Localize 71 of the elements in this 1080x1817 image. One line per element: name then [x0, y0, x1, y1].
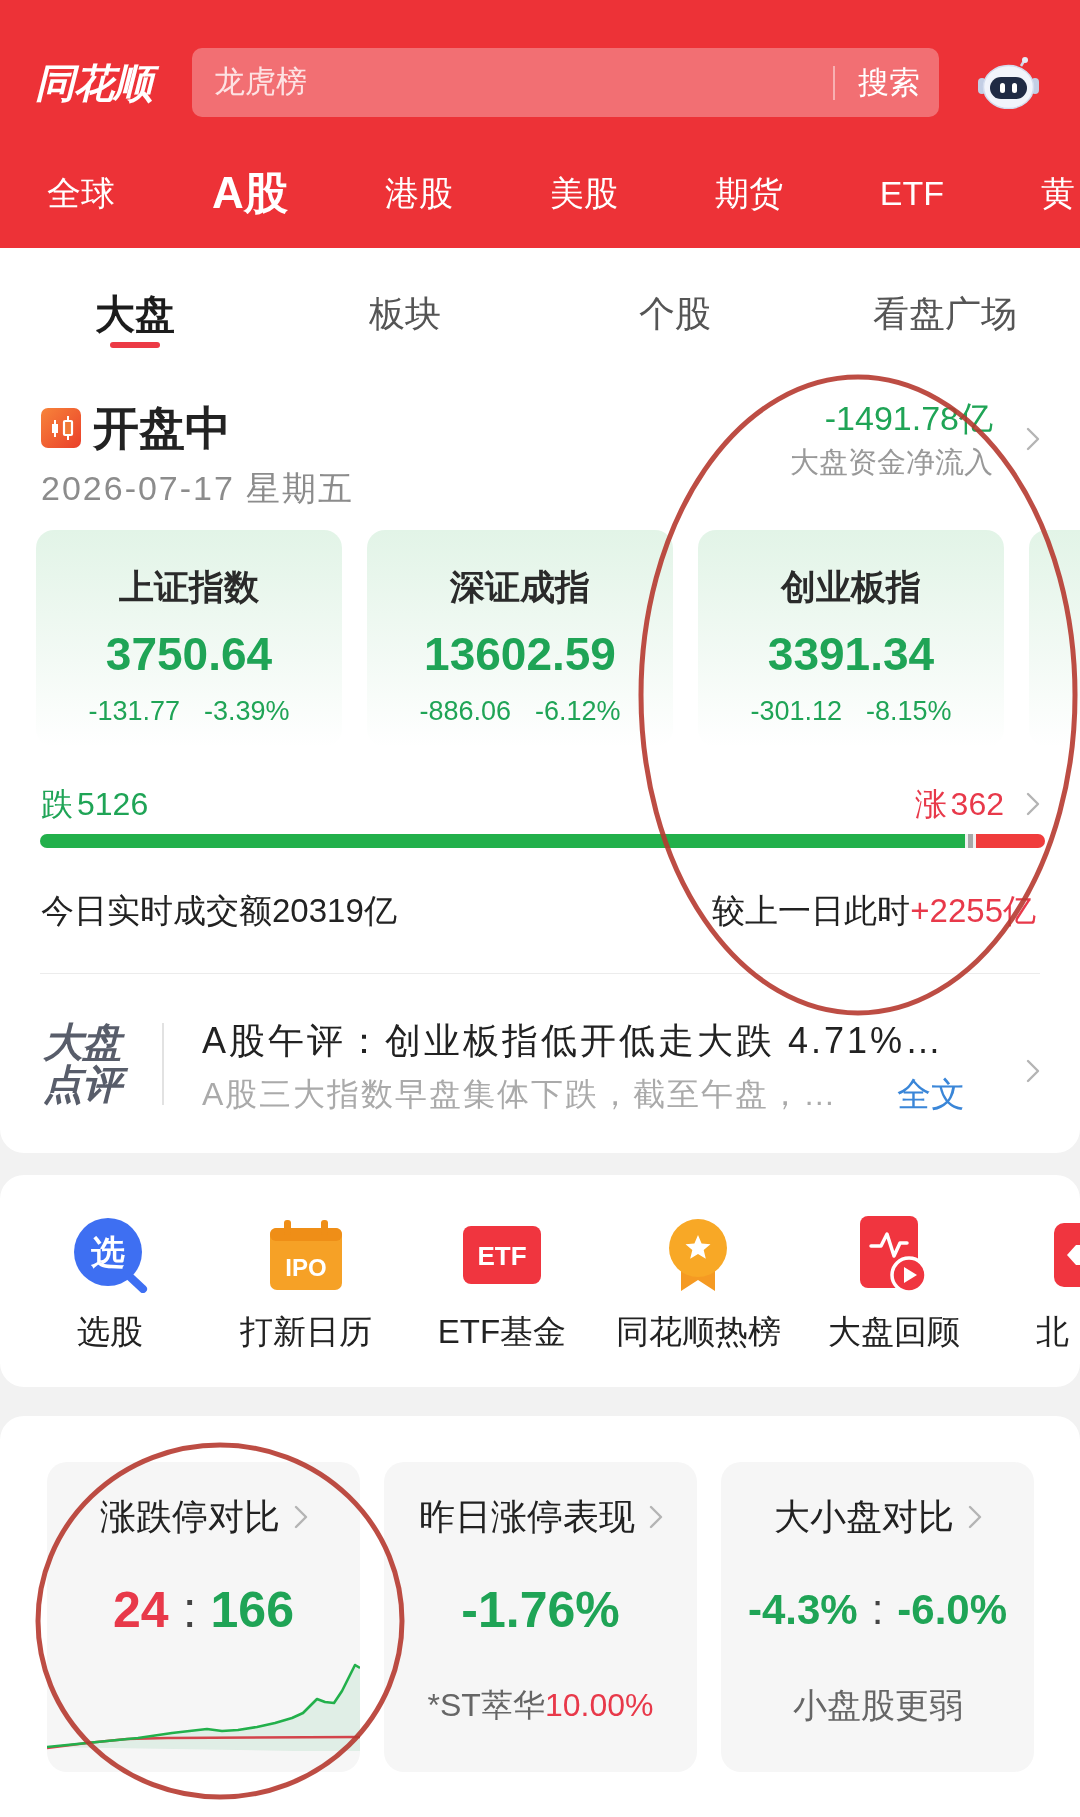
chevron-right-icon[interactable] [967, 1505, 982, 1529]
index-change-percent: -6.12% [535, 695, 621, 728]
market-tab[interactable]: 美股 [549, 168, 618, 217]
decline-count: 跌5126 [41, 785, 149, 824]
index-name: 创业板指 [781, 567, 921, 607]
market-tab[interactable]: 港股 [384, 168, 453, 217]
chevron-right-icon[interactable] [1026, 427, 1040, 451]
market-tab[interactable]: 黄 [1041, 168, 1075, 217]
app-logo[interactable]: 同花顺 [31, 57, 160, 108]
ratio-separator: : [871, 1585, 884, 1635]
index-value: 3750.64 [105, 627, 273, 682]
shortcut-label[interactable]: 选股 [77, 1312, 143, 1352]
shortcut-label[interactable]: 打新日历 [240, 1312, 372, 1352]
index-change: -301.12 [750, 695, 842, 728]
news-logo: 大盘点评 [43, 1021, 135, 1105]
robot-icon[interactable] [977, 56, 1040, 109]
limit-up-count: 24 [113, 1581, 169, 1640]
ratio-separator: : [182, 1581, 197, 1640]
large-cap-change: -6.0% [897, 1585, 1008, 1635]
market-tab[interactable]: 全球 [47, 168, 115, 217]
stat-title: 昨日涨停表现 [418, 1495, 635, 1539]
market-status: 开盘中 [93, 401, 231, 456]
net-flow-label: 大盘资金净流入 [790, 446, 993, 478]
market-tab[interactable]: 期货 [714, 168, 783, 217]
unchanged-segment [967, 834, 973, 848]
index-change-percent: -8.15% [866, 695, 952, 728]
sub-tab[interactable]: 大盘 [95, 280, 175, 348]
medal-icon[interactable] [666, 1219, 730, 1291]
index-change: -131.77 [88, 695, 180, 728]
index-change-percent: -3.39% [204, 695, 290, 728]
market-tab[interactable]: ETF [879, 168, 944, 217]
index-value: 3391.34 [767, 627, 935, 682]
stat-card[interactable]: 涨跌停对比 24 : 166 [47, 1462, 360, 1772]
market-tab[interactable]: A股 [212, 168, 288, 217]
chevron-right-icon[interactable] [293, 1505, 308, 1529]
index-value: 13602.59 [424, 627, 616, 682]
stock-change: 10.00% [544, 1686, 654, 1725]
search-field[interactable]: 龙虎榜 [192, 48, 833, 117]
stat-title: 涨跌停对比 [99, 1495, 280, 1539]
date-label: 2026-07-17 星期五 [41, 468, 355, 508]
shortcut-label[interactable]: 大盘回顾 [828, 1312, 960, 1352]
small-cap-change: -4.3% [747, 1585, 858, 1635]
stat-card[interactable]: 大小盘对比 -4.3% : -6.0% 小盘股更弱 [721, 1462, 1034, 1772]
news-summary: A股三大指数早盘集体下跌，截至午盘，… [202, 1075, 838, 1114]
stat-title: 大小盘对比 [773, 1495, 954, 1539]
comparison-label: 较上一日此时 [712, 891, 911, 931]
advance-fill [975, 834, 1045, 848]
index-change: -886.06 [419, 695, 511, 728]
news-title[interactable]: A股午评：创业板指低开低走大跌 4.71%… [202, 1021, 965, 1061]
chevron-right-icon[interactable] [1026, 792, 1040, 816]
stat-note: 小盘股更弱 [792, 1685, 963, 1725]
sub-tab[interactable]: 个股 [639, 280, 711, 348]
turnover-text: 今日实时成交额20319亿 [41, 891, 397, 931]
candlestick-icon [41, 408, 81, 448]
shortcut-label[interactable]: 北 [1036, 1312, 1069, 1352]
stat-value: -1.76% [461, 1581, 620, 1640]
shortcut-label[interactable]: ETF基金 [437, 1312, 567, 1352]
limit-down-count: 166 [210, 1581, 294, 1640]
video-chart-icon[interactable] [860, 1216, 928, 1294]
sub-tab[interactable]: 板块 [369, 280, 441, 348]
index-name: 上证指数 [119, 567, 259, 607]
etf-icon[interactable]: ETF [463, 1226, 541, 1284]
advance-count: 涨362 [914, 785, 1004, 824]
chevron-right-icon[interactable] [1026, 1058, 1040, 1083]
stat-card[interactable]: 昨日涨停表现 -1.76% *ST萃华10.00% [384, 1462, 697, 1772]
chevron-right-icon[interactable] [648, 1505, 663, 1529]
shortcut-label[interactable]: 同花顺热榜 [615, 1312, 781, 1352]
index-name: 深证成指 [450, 567, 590, 607]
stock-name: *ST萃华 [427, 1686, 545, 1725]
sub-tab[interactable]: 看盘广场 [873, 280, 1017, 348]
full-text-link[interactable]: 全文 [897, 1074, 965, 1114]
